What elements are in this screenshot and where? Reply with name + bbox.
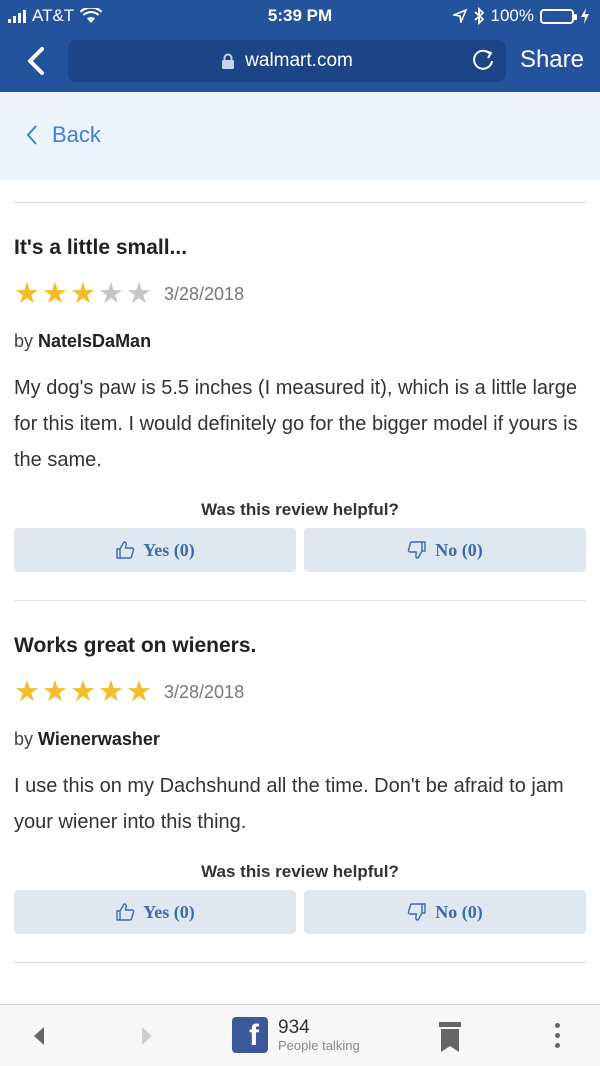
- url-text: walmart.com: [245, 50, 353, 71]
- charging-icon: [581, 8, 589, 24]
- bluetooth-icon: [473, 7, 484, 25]
- by-label: by: [14, 729, 34, 749]
- vote-yes-button[interactable]: Yes (0): [14, 890, 296, 934]
- divider: [14, 962, 586, 963]
- review-byline: by NateIsDaMan: [14, 331, 586, 352]
- thumbs-up-icon: [116, 903, 135, 921]
- vote-yes-button[interactable]: Yes (0): [14, 528, 296, 572]
- vote-no-button[interactable]: No (0): [304, 890, 586, 934]
- helpful-section: Was this review helpful? Yes (0) No (0): [14, 500, 586, 572]
- review-card: Works great on wieners. ★ ★ ★ ★ ★ 3/28/2018 …: [14, 634, 586, 840]
- status-bar: AT&T 5:39 PM 100%: [0, 0, 600, 32]
- browser-back-icon[interactable]: [20, 44, 54, 78]
- toolbar-forward-icon[interactable]: [140, 1025, 154, 1047]
- location-icon: [452, 9, 467, 23]
- star-rating: ★ ★ ★ ★ ★: [14, 280, 152, 309]
- facebook-count: 934: [278, 1016, 310, 1038]
- thumbs-down-icon: [407, 541, 426, 559]
- battery-label: 100%: [490, 6, 534, 25]
- thumbs-down-icon: [407, 903, 426, 921]
- facebook-stats: 934 People talking: [278, 1016, 360, 1053]
- address-bar[interactable]: walmart.com: [68, 40, 506, 82]
- helpful-section: Was this review helpful? Yes (0) No (0): [14, 862, 586, 934]
- browser-nav-row: walmart.com Share: [0, 36, 600, 86]
- review-date: 3/28/2018: [164, 284, 245, 304]
- review-author[interactable]: Wienerwasher: [38, 729, 160, 749]
- facebook-sublabel: People talking: [278, 1037, 360, 1053]
- review-date: 3/28/2018: [164, 682, 245, 702]
- review-body: I use this on my Dachshund all the time.…: [14, 775, 564, 833]
- facebook-icon: f: [232, 1017, 268, 1053]
- browser-chrome: AT&T 5:39 PM 100% walmart.com Share: [0, 0, 600, 92]
- vote-yes-label: Yes (0): [143, 539, 195, 560]
- vote-no-button[interactable]: No (0): [304, 528, 586, 572]
- reload-icon[interactable]: [470, 48, 496, 74]
- vote-yes-label: Yes (0): [143, 901, 195, 922]
- star-filled-icon: ★: [14, 278, 40, 310]
- facebook-share[interactable]: f 934 People talking: [232, 1017, 360, 1053]
- divider: [14, 202, 586, 203]
- by-label: by: [14, 331, 34, 351]
- vote-row: Yes (0) No (0): [14, 528, 586, 572]
- chevron-left-icon: [26, 125, 37, 145]
- star-filled-icon: ★: [70, 278, 96, 310]
- rating-row: ★ ★ ★ ★ ★ 3/28/2018: [14, 280, 586, 309]
- thumbs-up-icon: [116, 541, 135, 559]
- browser-toolbar: f 934 People talking: [0, 1004, 600, 1066]
- helpful-question: Was this review helpful?: [201, 862, 399, 881]
- review-author[interactable]: NateIsDaMan: [38, 331, 151, 351]
- star-filled-icon: ★: [98, 676, 124, 708]
- star-empty-icon: ★: [98, 278, 124, 310]
- review-card: It's a little small... ★ ★ ★ ★ ★ 3/28/2018 b…: [14, 236, 586, 478]
- star-filled-icon: ★: [42, 278, 68, 310]
- review-body: My dog's paw is 5.5 inches (I measured i…: [14, 377, 578, 471]
- toolbar-back-icon[interactable]: [32, 1025, 46, 1047]
- star-rating: ★ ★ ★ ★ ★: [14, 678, 152, 707]
- star-filled-icon: ★: [126, 676, 152, 708]
- vote-no-label: No (0): [435, 539, 483, 560]
- helpful-question: Was this review helpful?: [201, 500, 399, 519]
- rating-row: ★ ★ ★ ★ ★ 3/28/2018: [14, 678, 586, 707]
- battery-icon: [540, 8, 577, 24]
- vote-no-label: No (0): [435, 901, 483, 922]
- star-filled-icon: ★: [42, 676, 68, 708]
- lock-icon: [222, 53, 235, 69]
- review-title: Works great on wieners.: [14, 634, 257, 657]
- star-empty-icon: ★: [126, 278, 152, 310]
- share-button[interactable]: Share: [520, 46, 584, 74]
- review-byline: by Wienerwasher: [14, 729, 586, 750]
- star-filled-icon: ★: [14, 676, 40, 708]
- more-options-icon[interactable]: [555, 1023, 560, 1048]
- divider: [14, 600, 586, 601]
- status-right: 100%: [452, 6, 590, 26]
- back-bar: Back: [0, 92, 600, 180]
- bookmark-icon[interactable]: [438, 1021, 462, 1053]
- star-filled-icon: ★: [70, 676, 96, 708]
- vote-row: Yes (0) No (0): [14, 890, 586, 934]
- back-label: Back: [52, 122, 101, 147]
- back-link[interactable]: Back: [26, 122, 101, 148]
- review-title: It's a little small...: [14, 236, 188, 259]
